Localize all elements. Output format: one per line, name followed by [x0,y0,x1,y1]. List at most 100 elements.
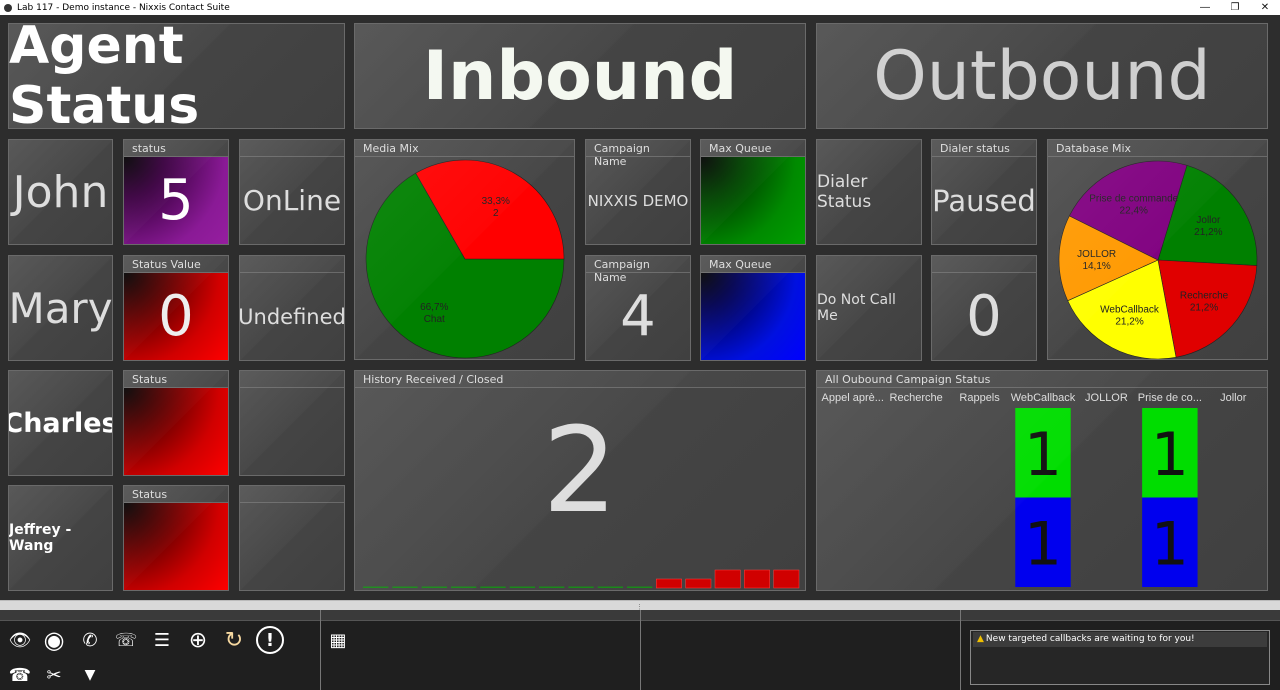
telephone-icon[interactable]: ☎ [6,661,34,689]
history-chart [363,569,800,589]
queue-time-indicator [701,273,805,360]
agent-name-tile[interactable]: Mary [8,255,113,361]
database-mix-tile: Database Mix Jollor 21,2% Recherche 21,2% We… [1047,139,1268,360]
tile-header: Status [124,486,228,503]
campaign-label: Rappels [959,392,1000,404]
history-bar [714,569,741,589]
campaign-label: Prise de co... [1138,392,1202,404]
panel-divider [960,610,961,690]
tile-header: Campaign Name [586,140,690,168]
notification-text: New targeted callbacks are waiting to fo… [985,634,1195,644]
pane-splitter[interactable]: ⋮ [0,600,1280,611]
campaign-label: WebCallback [1011,392,1076,404]
agent-state: Undefined [239,304,345,329]
outbound-title: Outbound [873,36,1211,116]
history-bar [363,586,389,588]
agent-state-tile [239,485,345,591]
history-bar [509,586,535,588]
history-bar [744,569,770,589]
campaign-bar-value: 1 [1024,509,1062,579]
agent-status-title: Agent Status [9,23,200,129]
agent-status-tile: Status Value 0 [123,255,229,361]
window-title: Lab 117 - Demo instance - Nixxis Contact… [17,2,230,13]
agent-name-tile[interactable]: Charles [8,370,113,476]
notification-panel: ▲ New targeted callbacks are waiting to f… [970,630,1270,685]
pie-label: Prise de commande [1089,194,1178,205]
campaign-name-tile: Campaign Name 4 [585,255,691,361]
agent-state-tile: OnLine [239,139,345,245]
agent-name-tile[interactable]: John [8,139,113,245]
outbound-section: Outbound [816,23,1268,129]
pie-label: 21,2% [1190,303,1218,314]
agent-name-tile[interactable]: Jeffrey - Wang [8,485,113,591]
dialer-status-tile: Dialer status Paused [931,139,1037,245]
agent-state [240,503,344,590]
agent-state-tile: Undefined [239,255,345,361]
window-titlebar: Lab 117 - Demo instance - Nixxis Contact… [0,0,1280,15]
campaign-name-tile: Campaign Name NIXXIS DEMO [585,139,691,245]
tile-header: History Received / Closed [355,371,805,388]
history-bar [685,578,712,589]
pie-label: 66,7% [420,302,448,313]
filter-icon[interactable]: ▼ [76,661,104,689]
inbound-section: Inbound [354,23,806,129]
history-bar [773,569,800,589]
tile-header [240,371,344,388]
phone-wave-icon[interactable]: ✆ [76,626,104,654]
agent-status-section: Agent Status [8,23,345,129]
media-mix-tile: Media Mix 66,7% Chat 33,3% 2 [354,139,575,360]
minimize-button[interactable]: — [1190,2,1220,13]
pie-label: 33,3% [482,196,510,207]
history-bar [539,586,565,588]
campaign-count-value: 4 [620,284,656,349]
pie-label: 22,4% [1120,206,1148,217]
max-queue-time-tile: Max Queue Time [700,139,806,245]
tile-header: Dialer status [932,140,1036,157]
dialer-status-label: Dialer Status [817,172,872,212]
campaign-label: Appel aprè... [822,392,884,404]
agent-status-value [124,388,228,475]
callback-icon[interactable]: ↻ [220,626,248,654]
dialer-status-value: Paused [932,183,1036,218]
table-icon[interactable]: ▦ [324,626,352,654]
pie-label: Chat [424,314,445,325]
panel-strip [640,610,960,621]
agent-name: Charles [8,407,113,439]
tile-header: Status [124,371,228,388]
close-button[interactable]: ✕ [1250,2,1280,13]
agent-name: Jeffrey - Wang [9,522,72,554]
history-bar [451,586,477,588]
campaign-status-tile: All Oubound Campaign Status Appel aprè..… [816,370,1268,591]
panel-strip [0,610,320,621]
agent-status-tile: Status [123,485,229,591]
history-tile: History Received / Closed 2 [354,370,806,591]
agent-status-value [124,503,228,590]
campaign-name-value: NIXXIS DEMO [587,191,689,210]
campaign-bar-value: 1 [1024,420,1062,490]
tools-icon[interactable]: ✂ [40,661,68,689]
database-icon[interactable]: ☰ [148,626,176,654]
history-bar [597,586,623,588]
restore-button[interactable]: ❐ [1220,2,1250,13]
database-mix-chart: Jollor21,2%Recherche21,2%WebCallback21,2… [1058,160,1258,359]
inbound-title: Inbound [422,36,738,116]
campaign-status-chart: Appel aprè... Recherche Rappels WebCallback… [822,392,1247,587]
dashboard: Agent Status Inbound Outbound John statu… [0,15,1280,600]
target-icon[interactable]: ⊕ [184,626,212,654]
do-not-call-tile: 0 [931,255,1037,361]
tile-header: Status Value [124,256,228,273]
notification-message[interactable]: ▲ New targeted callbacks are waiting to f… [973,632,1267,647]
max-queue-time-tile: Max Queue Time [700,255,806,361]
tile-header: Max Queue Time [701,256,805,284]
do-not-call-value: 0 [966,284,1002,349]
pie-label: WebCallback [1100,304,1160,315]
history-bar [392,586,418,588]
campaign-label: Jollor [1220,392,1247,404]
tile-header [240,486,344,503]
agent-status-value: 0 [124,273,228,360]
phone-transfer-icon[interactable]: ☏ [112,626,140,654]
refresh-circle-icon[interactable]: ◉ [40,626,68,654]
alert-icon[interactable]: ! [256,626,284,654]
eye-icon[interactable]: 👁 [6,626,34,654]
tile-header: Campaign Name [586,256,690,284]
